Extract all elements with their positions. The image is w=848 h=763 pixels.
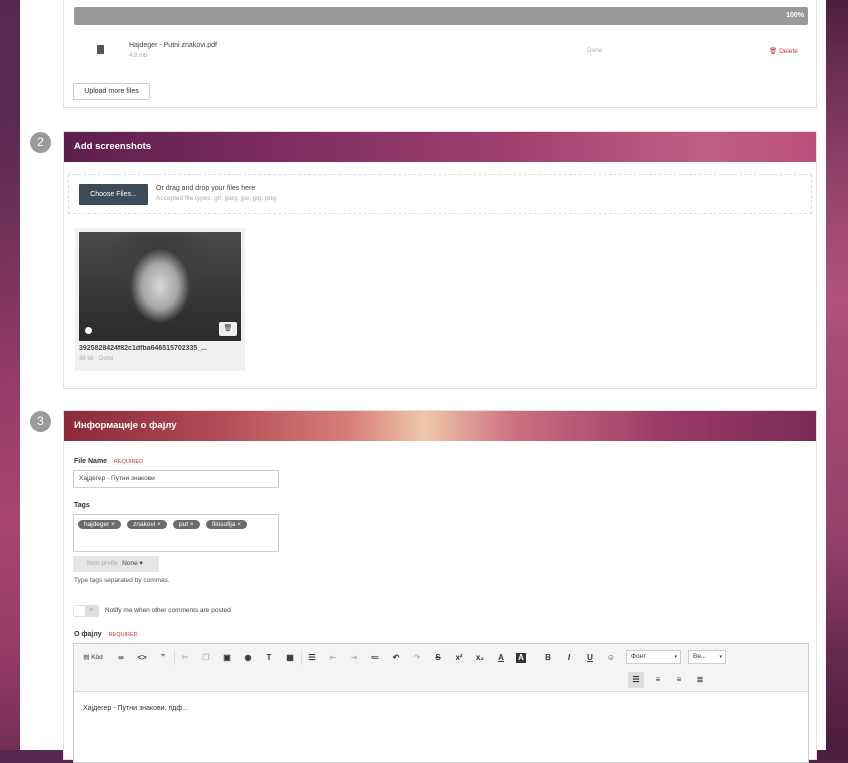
thumb-delete-icon[interactable]: 🗑 <box>219 322 237 336</box>
dropzone[interactable]: Choose Files... Or drag and drop your fi… <box>68 174 812 214</box>
toggle-off-icon: × <box>89 607 94 614</box>
code-icon[interactable]: <> <box>136 652 148 664</box>
progress-bar: 100% <box>74 7 808 25</box>
screenshot-image: 🗑 <box>79 232 241 341</box>
strikethrough-icon[interactable]: S <box>432 652 444 664</box>
file-status: Done <box>587 47 603 54</box>
superscript-icon[interactable]: x² <box>453 652 465 664</box>
text-color-icon[interactable]: A <box>495 652 507 664</box>
subscript-icon[interactable]: x₂ <box>474 652 486 664</box>
required-marker: REQUIRED <box>114 459 144 465</box>
caret-down-icon: ▾ <box>139 560 143 567</box>
toolbar-separator <box>301 650 302 665</box>
thumb-meta: 36 kb - Done <box>79 356 114 362</box>
tags-label: Tags <box>74 502 90 509</box>
size-select[interactable]: Ве... ▾ <box>688 650 726 664</box>
tag-chip[interactable]: filosofija × <box>205 520 248 529</box>
source-code-button[interactable]: ▤ Kôd <box>80 652 106 664</box>
justify-icon[interactable]: ≣ <box>694 674 706 686</box>
tag-label: hajdeger <box>84 521 110 528</box>
redo-icon[interactable]: ↷ <box>411 652 423 664</box>
about-label: О фајлу REQUIRED <box>74 631 138 638</box>
emoji-icon[interactable]: ☺ <box>605 652 617 664</box>
file-size: 4.8 mb <box>129 53 148 59</box>
tag-chip[interactable]: znakovi × <box>127 520 167 529</box>
uploaded-file-row: Hajdeger - Putni znakovi.pdf 4.8 mb Done… <box>74 39 808 69</box>
accepted-types: Accepted file types: gif, jpeg, jpe, jpg… <box>156 195 276 202</box>
file-icon <box>97 45 104 54</box>
file-info-banner: Информације о фајлу <box>64 411 816 441</box>
size-select-value: Ве... <box>693 653 707 660</box>
thumb-name: 3925828424f82c1dfba646515702335_... <box>79 345 208 352</box>
font-select[interactable]: Фонт ▾ <box>626 650 681 664</box>
editor-content[interactable]: Хајдегер - Путни знакови. пдф... <box>74 692 808 762</box>
item-prefix-select[interactable]: Item prefix None ▾ <box>73 556 159 572</box>
link-icon[interactable]: ∞ <box>115 652 127 664</box>
drop-text: Or drag and drop your files here <box>156 185 256 192</box>
step-badge-3: 3 <box>30 411 51 432</box>
about-label-text: О фајлу <box>74 631 102 638</box>
numbered-list-icon[interactable]: ≔ <box>369 652 381 664</box>
rich-text-editor: ▤ Kôd ∞ <> ” ✂ ❐ ▣ ◉ T ▦ ☰ ⇤ ⇥ ≔ ↶ ↷ S x… <box>73 643 809 763</box>
item-prefix-label: Item prefix <box>87 560 118 567</box>
cut-icon[interactable]: ✂ <box>179 652 191 664</box>
file-name-label: File Name REQUIRED <box>74 458 143 465</box>
paste-icon[interactable]: ▣ <box>221 652 233 664</box>
caret-down-icon: ▾ <box>674 654 677 660</box>
font-select-value: Фонт <box>631 653 647 660</box>
editor-toolbar: ▤ Kôd ∞ <> ” ✂ ❐ ▣ ◉ T ▦ ☰ ⇤ ⇥ ≔ ↶ ↷ S x… <box>74 644 808 692</box>
copy-icon[interactable]: ❐ <box>200 652 212 664</box>
template-icon[interactable]: ▦ <box>284 652 296 664</box>
background-color-icon[interactable]: A <box>516 653 526 663</box>
trash-icon: 🗑 <box>769 48 778 55</box>
tag-chip[interactable]: put × <box>173 520 200 529</box>
item-prefix-value: None <box>122 560 138 567</box>
tags-input[interactable]: hajdeger × znakovi × put × filosofija × <box>73 514 279 552</box>
file-info-section: Информације о фајлу File Name REQUIRED Х… <box>63 410 817 763</box>
toggle-knob <box>74 606 85 616</box>
remove-format-icon[interactable]: T <box>263 652 275 664</box>
select-radio-icon[interactable] <box>85 327 92 334</box>
screenshots-section: Add screenshots Choose Files... Or drag … <box>63 131 817 389</box>
underline-icon[interactable]: U <box>584 652 596 664</box>
notify-label: Notify me when other comments are posted <box>105 607 231 614</box>
required-marker: REQUIRED <box>108 632 138 638</box>
align-left-icon[interactable]: ☰ <box>628 672 644 688</box>
editor-content-text: Хајдегер - Путни знакови. пдф... <box>83 705 188 712</box>
bold-icon[interactable]: B <box>542 652 554 664</box>
notify-toggle[interactable]: × <box>73 605 99 617</box>
caret-down-icon: ▾ <box>719 654 722 660</box>
file-name: Hajdeger - Putni znakovi.pdf <box>129 42 217 49</box>
screenshot-thumb-card: 🗑 3925828424f82c1dfba646515702335_... 36… <box>75 228 245 371</box>
indent-icon[interactable]: ⇥ <box>348 652 360 664</box>
file-name-label-text: File Name <box>74 458 108 465</box>
outdent-icon[interactable]: ⇤ <box>327 652 339 664</box>
progress-label: 100% <box>786 12 804 19</box>
align-center-icon[interactable]: ≡ <box>652 674 664 686</box>
tags-hint: Type tags separated by commas. <box>74 577 170 584</box>
italic-icon[interactable]: I <box>563 652 575 664</box>
blockquote-icon[interactable]: ” <box>157 652 169 664</box>
step-badge-2: 2 <box>30 132 51 153</box>
bullet-list-icon[interactable]: ☰ <box>306 652 318 664</box>
toolbar-separator <box>174 650 175 665</box>
preview-icon[interactable]: ◉ <box>242 652 254 664</box>
tag-label: znakovi <box>133 521 156 528</box>
delete-link[interactable]: 🗑 Delete <box>769 47 798 55</box>
align-right-icon[interactable]: ≡ <box>673 674 685 686</box>
upload-section: 100% Hajdeger - Putni znakovi.pdf 4.8 mb… <box>63 0 817 108</box>
screenshots-banner: Add screenshots <box>64 132 816 162</box>
screenshots-title: Add screenshots <box>74 141 152 152</box>
file-info-title: Информације о фајлу <box>74 420 177 431</box>
upload-more-button[interactable]: Upload more files <box>73 83 150 100</box>
undo-icon[interactable]: ↶ <box>390 652 402 664</box>
tag-label: filosofija <box>211 521 236 528</box>
file-name-input[interactable]: Хајдегер - Путни знакови <box>73 470 279 488</box>
file-name-value: Хајдегер - Путни знакови <box>79 475 155 482</box>
tag-chip[interactable]: hajdeger × <box>78 520 121 529</box>
tag-label: put <box>179 521 189 528</box>
choose-files-button[interactable]: Choose Files... <box>79 184 148 205</box>
code-label: Kôd <box>91 654 103 661</box>
delete-label: Delete <box>779 48 798 55</box>
